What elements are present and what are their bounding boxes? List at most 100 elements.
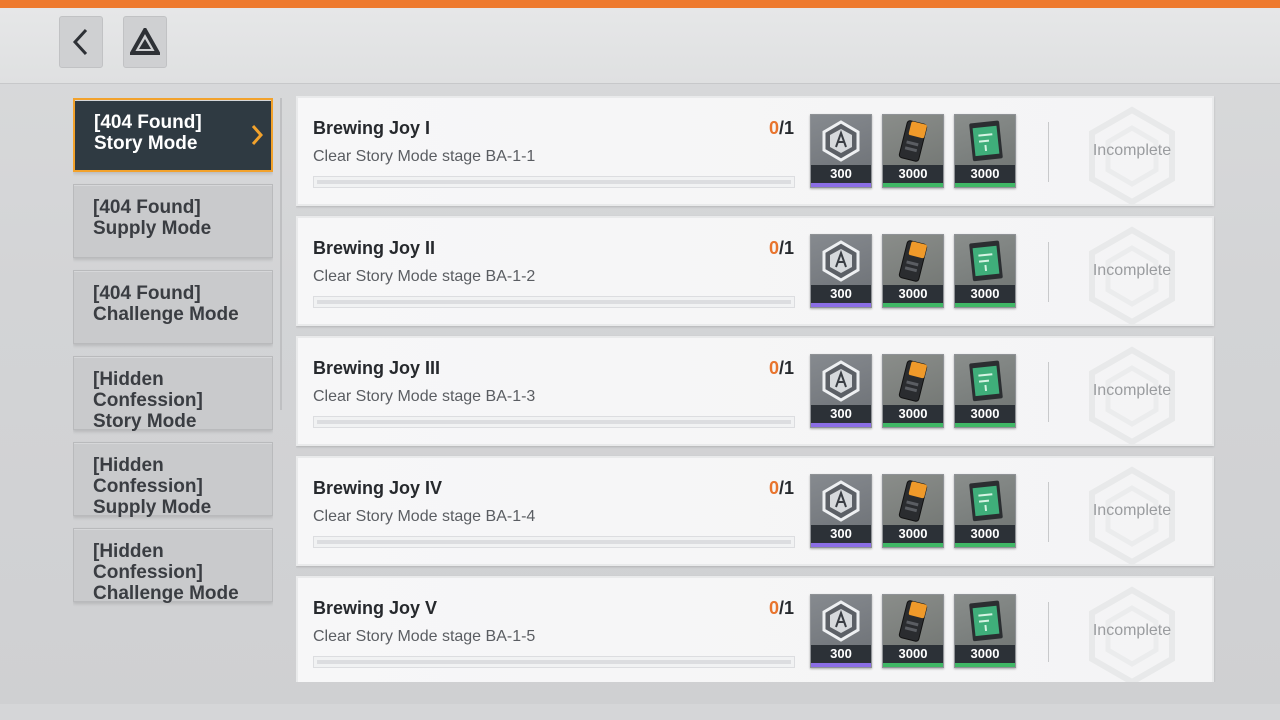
category-label: [404 Found] Challenge Mode <box>93 283 239 325</box>
reward-item[interactable]: 3000 <box>954 474 1016 548</box>
reward-amount: 3000 <box>955 165 1015 183</box>
category-tab[interactable]: [404 Found] Supply Mode <box>73 184 273 258</box>
reward-amount: 300 <box>811 285 871 303</box>
category-label: [404 Found] Supply Mode <box>93 197 212 239</box>
reward-amount: 3000 <box>955 405 1015 423</box>
green-card-icon <box>955 475 1015 527</box>
green-card-icon <box>955 355 1015 407</box>
quest-status: Incomplete <box>1058 458 1206 566</box>
reward-amount: 3000 <box>883 645 943 663</box>
chevron-right-icon <box>251 125 263 145</box>
divider <box>1048 482 1049 542</box>
status-label: Incomplete <box>1092 382 1172 399</box>
status-label: Incomplete <box>1092 142 1172 159</box>
green-card-icon <box>955 595 1015 647</box>
category-tab[interactable]: [404 Found] Challenge Mode <box>73 270 273 344</box>
quest-description: Clear Story Mode stage BA-1-3 <box>313 388 536 405</box>
reward-amount: 300 <box>811 525 871 543</box>
quest-title: Brewing Joy IV <box>313 478 443 498</box>
quest-progress-bar <box>313 176 795 188</box>
quest-row: Brewing Joy II Clear Story Mode stage BA… <box>296 216 1214 326</box>
quest-status: Incomplete <box>1058 98 1206 206</box>
reward-amount: 3000 <box>883 165 943 183</box>
bottom-hud-strip <box>0 704 1280 720</box>
green-card-icon <box>955 235 1015 287</box>
quest-row: Brewing Joy III Clear Story Mode stage B… <box>296 336 1214 446</box>
reward-amount: 3000 <box>883 405 943 423</box>
top-accent-stripe <box>0 0 1280 8</box>
progress-total: 1 <box>783 358 794 378</box>
progress-total: 1 <box>783 598 794 618</box>
reward-item[interactable]: 300 <box>810 354 872 428</box>
green-card-icon <box>955 115 1015 167</box>
progress-total: 1 <box>783 478 794 498</box>
orange-battery-icon <box>883 475 943 527</box>
reward-amount: 3000 <box>955 285 1015 303</box>
orange-battery-icon <box>883 115 943 167</box>
category-tab[interactable]: [Hidden Confession] Supply Mode <box>73 442 273 518</box>
reward-item[interactable]: 3000 <box>882 234 944 308</box>
home-button[interactable] <box>123 16 167 68</box>
chevron-left-icon <box>72 28 88 56</box>
reward-item[interactable]: 3000 <box>954 594 1016 668</box>
quest-row: Brewing Joy V Clear Story Mode stage BA-… <box>296 576 1214 682</box>
quest-status: Incomplete <box>1058 338 1206 446</box>
quest-description: Clear Story Mode stage BA-1-4 <box>313 508 536 525</box>
status-label: Incomplete <box>1092 262 1172 279</box>
emblem-token-icon <box>811 595 871 647</box>
reward-item[interactable]: 300 <box>810 594 872 668</box>
progress-current: 0 <box>768 118 779 138</box>
divider <box>1048 362 1049 422</box>
reward-item[interactable]: 3000 <box>954 354 1016 428</box>
quest-progress-count: 0/1 <box>768 478 794 498</box>
progress-current: 0 <box>768 238 779 258</box>
status-label: Incomplete <box>1092 502 1172 519</box>
divider <box>1048 122 1049 182</box>
reward-item[interactable]: 3000 <box>954 234 1016 308</box>
orange-battery-icon <box>883 595 943 647</box>
category-tab[interactable]: [Hidden Confession] Story Mode <box>73 356 273 432</box>
reward-item[interactable]: 3000 <box>954 114 1016 188</box>
category-label: [Hidden Confession] Challenge Mode <box>93 541 239 604</box>
quest-progress-count: 0/1 <box>768 598 794 618</box>
quest-row: Brewing Joy I Clear Story Mode stage BA-… <box>296 96 1214 206</box>
quest-description: Clear Story Mode stage BA-1-1 <box>313 148 536 165</box>
reward-item[interactable]: 300 <box>810 114 872 188</box>
quest-description: Clear Story Mode stage BA-1-5 <box>313 628 536 645</box>
emblem-token-icon <box>811 115 871 167</box>
quest-progress-bar <box>313 656 795 668</box>
quest-title: Brewing Joy I <box>313 118 431 138</box>
quest-status: Incomplete <box>1058 218 1206 326</box>
quest-progress-count: 0/1 <box>768 118 794 138</box>
sidebar-scrollbar[interactable] <box>280 98 282 410</box>
reward-item[interactable]: 3000 <box>882 474 944 548</box>
progress-total: 1 <box>783 118 794 138</box>
reward-amount: 3000 <box>883 285 943 303</box>
reward-amount: 3000 <box>955 645 1015 663</box>
category-tab[interactable]: [404 Found] Story Mode <box>73 98 273 172</box>
category-tab[interactable]: [Hidden Confession] Challenge Mode <box>73 528 273 604</box>
quest-title: Brewing Joy III <box>313 358 441 378</box>
reward-item[interactable]: 3000 <box>882 354 944 428</box>
progress-current: 0 <box>768 478 779 498</box>
orange-battery-icon <box>883 355 943 407</box>
emblem-token-icon <box>811 475 871 527</box>
reward-item[interactable]: 300 <box>810 234 872 308</box>
back-button[interactable] <box>59 16 103 68</box>
quest-progress-bar <box>313 416 795 428</box>
quest-title: Brewing Joy II <box>313 238 436 258</box>
quest-progress-bar <box>313 536 795 548</box>
category-sidebar: [404 Found] Story Mode [404 Found] Suppl… <box>73 98 273 614</box>
progress-current: 0 <box>768 358 779 378</box>
quest-progress-bar <box>313 296 795 308</box>
reward-item[interactable]: 300 <box>810 474 872 548</box>
reward-item[interactable]: 3000 <box>882 594 944 668</box>
reward-amount: 3000 <box>955 525 1015 543</box>
quest-list: Brewing Joy I Clear Story Mode stage BA-… <box>296 96 1216 682</box>
divider <box>1048 602 1049 662</box>
reward-item[interactable]: 3000 <box>882 114 944 188</box>
divider <box>1048 242 1049 302</box>
reward-amount: 300 <box>811 165 871 183</box>
header-bar <box>0 8 1280 84</box>
emblem-token-icon <box>811 355 871 407</box>
